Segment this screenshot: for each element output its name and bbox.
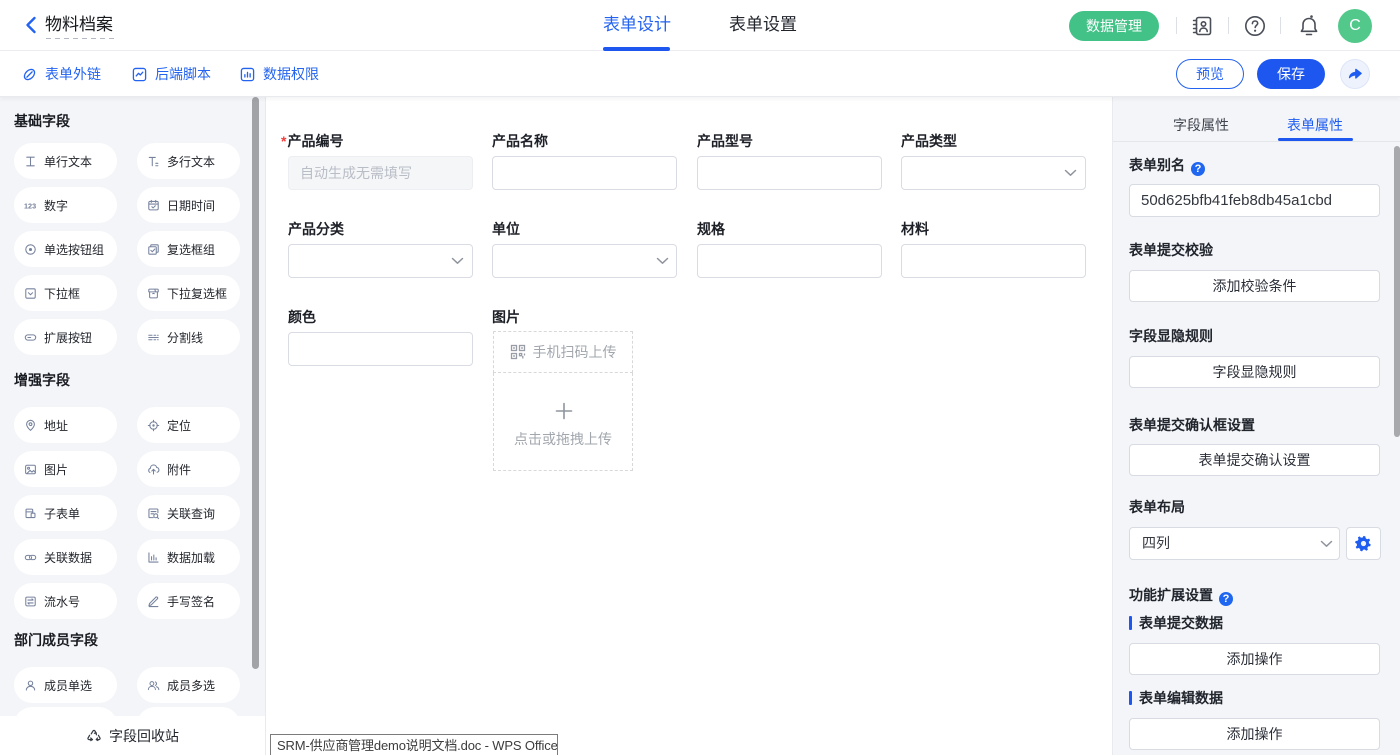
svg-text:123: 123 — [24, 201, 36, 210]
